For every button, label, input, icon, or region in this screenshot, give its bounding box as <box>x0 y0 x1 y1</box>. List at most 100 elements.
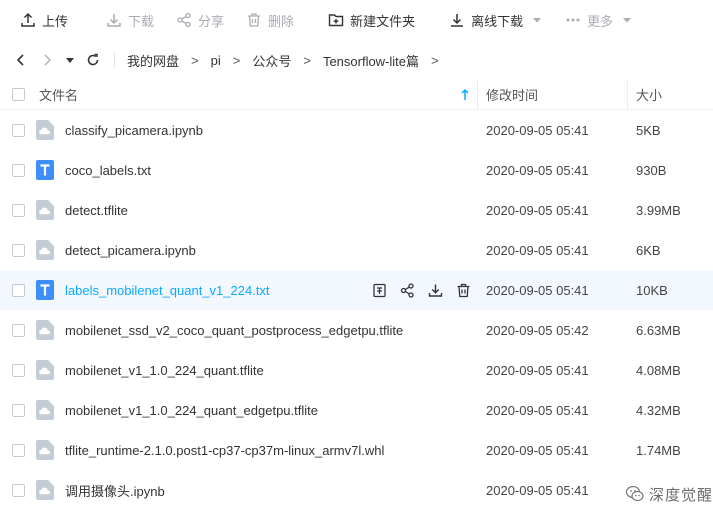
wechat-icon <box>625 485 644 502</box>
trash-icon <box>248 13 261 27</box>
row-checkbox[interactable] <box>11 243 25 257</box>
history-dropdown-button[interactable] <box>62 49 78 71</box>
row-checkbox[interactable] <box>11 323 25 337</box>
row-checkbox[interactable] <box>11 363 25 377</box>
share-icon <box>177 12 191 28</box>
upload-icon <box>21 12 35 27</box>
file-size: 6KB <box>636 242 661 258</box>
offline-download-button[interactable]: 离线下载 <box>439 0 551 40</box>
column-header-size[interactable]: 大小 <box>627 79 713 110</box>
new-folder-icon <box>328 14 344 27</box>
file-name[interactable]: 调用摄像头.ipynb <box>65 481 165 500</box>
row-delete-button[interactable] <box>449 270 477 310</box>
more-button[interactable]: 更多 <box>555 0 641 40</box>
table-row[interactable]: 调用摄像头.ipynb 2020-09-05 05:41 <box>0 470 713 510</box>
caret-down-icon <box>66 58 74 63</box>
column-header-size-label: 大小 <box>636 88 663 103</box>
more-label: 更多 <box>587 13 614 29</box>
select-all-checkbox[interactable] <box>11 88 25 101</box>
chevron-right-icon <box>44 54 52 66</box>
breadcrumb-separator: > <box>303 52 311 68</box>
file-size: 4.08MB <box>636 362 681 378</box>
column-header-name-label: 文件名 <box>39 88 79 103</box>
file-name[interactable]: mobilenet_v1_1.0_224_quant_edgetpu.tflit… <box>65 403 318 418</box>
breadcrumb-item-pi[interactable]: pi <box>209 53 223 68</box>
trash-icon <box>457 283 469 297</box>
new-folder-button[interactable]: 新建文件夹 <box>318 0 425 40</box>
caret-down-icon <box>533 18 542 23</box>
download-icon <box>107 14 121 27</box>
table-row[interactable]: coco_labels.txt 2020-09-05 05:41 930B <box>0 150 713 190</box>
breadcrumb-item-root[interactable]: 我的网盘 <box>125 51 181 70</box>
cloud-file-icon <box>36 320 54 340</box>
row-share-button[interactable] <box>393 270 421 310</box>
file-size: 5KB <box>636 122 661 138</box>
more-dots-icon <box>566 18 580 22</box>
text-file-icon <box>36 160 54 180</box>
table-row[interactable]: mobilenet_v1_1.0_224_quant.tflite 2020-0… <box>0 350 713 390</box>
column-header-name[interactable]: 文件名 <box>36 80 477 110</box>
file-name[interactable]: mobilenet_v1_1.0_224_quant.tflite <box>65 363 264 378</box>
file-name[interactable]: coco_labels.txt <box>65 163 151 178</box>
modified-time: 2020-09-05 05:41 <box>486 242 589 258</box>
breadcrumb-separator: > <box>431 52 439 68</box>
back-button[interactable] <box>10 49 32 71</box>
file-table-header: 文件名 修改时间 大小 <box>0 79 713 110</box>
file-name[interactable]: mobilenet_ssd_v2_coco_quant_postprocess_… <box>65 323 403 338</box>
modified-time: 2020-09-05 05:41 <box>486 442 589 458</box>
modified-time: 2020-09-05 05:41 <box>486 122 589 138</box>
delete-label: 删除 <box>268 13 295 29</box>
table-row[interactable]: detect_picamera.ipynb 2020-09-05 05:41 6… <box>0 230 713 270</box>
breadcrumb-separator: > <box>191 52 199 68</box>
share-label: 分享 <box>198 13 225 29</box>
download-icon <box>428 284 442 297</box>
breadcrumb-item-public-account[interactable]: 公众号 <box>250 51 293 70</box>
breadcrumb-item-current[interactable]: Tensorflow-lite篇 <box>321 51 421 70</box>
refresh-button[interactable] <box>82 49 104 71</box>
modified-time: 2020-09-05 05:41 <box>486 162 589 178</box>
file-name[interactable]: detect_picamera.ipynb <box>65 243 196 258</box>
file-name[interactable]: classify_picamera.ipynb <box>65 123 203 138</box>
sort-ascending-icon <box>461 88 469 100</box>
row-checkbox[interactable] <box>11 483 25 497</box>
table-row[interactable]: detect.tflite 2020-09-05 05:41 3.99MB <box>0 190 713 230</box>
row-checkbox[interactable] <box>11 123 25 137</box>
share-button[interactable]: 分享 <box>166 0 234 40</box>
cloud-file-icon <box>36 400 54 420</box>
table-row[interactable]: tflite_runtime-2.1.0.post1-cp37-cp37m-li… <box>0 430 713 470</box>
cloud-file-icon <box>36 480 54 500</box>
forward-button[interactable] <box>36 49 58 71</box>
column-header-date[interactable]: 修改时间 <box>477 79 627 110</box>
row-open-button[interactable] <box>365 270 393 310</box>
file-size: 930B <box>636 162 667 178</box>
table-row[interactable]: mobilenet_ssd_v2_coco_quant_postprocess_… <box>0 310 713 350</box>
download-label: 下载 <box>128 13 155 29</box>
caret-down-icon <box>623 18 632 23</box>
modified-time: 2020-09-05 05:42 <box>486 322 589 338</box>
modified-time: 2020-09-05 05:41 <box>486 282 589 298</box>
upload-button[interactable]: 上传 <box>10 0 78 40</box>
breadcrumb-separator: > <box>232 52 241 68</box>
chevron-left-icon <box>16 54 24 66</box>
row-checkbox[interactable] <box>11 443 25 457</box>
watermark-text: 深度觉醒 <box>648 486 713 504</box>
table-row[interactable]: mobilenet_v1_1.0_224_quant_edgetpu.tflit… <box>0 390 713 430</box>
row-checkbox[interactable] <box>11 283 25 297</box>
file-name[interactable]: tflite_runtime-2.1.0.post1-cp37-cp37m-li… <box>65 443 384 458</box>
row-checkbox[interactable] <box>11 403 25 417</box>
modified-time: 2020-09-05 05:41 <box>486 202 589 218</box>
watermark: 深度觉醒 <box>625 482 713 506</box>
file-name[interactable]: labels_mobilenet_quant_v1_224.txt <box>65 283 270 298</box>
download-icon <box>451 14 464 27</box>
row-download-button[interactable] <box>421 270 449 310</box>
delete-button[interactable]: 删除 <box>236 0 304 40</box>
file-name[interactable]: detect.tflite <box>65 203 128 218</box>
download-button[interactable]: 下载 <box>96 0 164 40</box>
file-size: 6.63MB <box>636 322 681 338</box>
table-row-hovered[interactable]: labels_mobilenet_quant_v1_224.txt 2020-0… <box>0 270 713 310</box>
document-icon <box>372 283 386 297</box>
table-row[interactable]: classify_picamera.ipynb 2020-09-05 05:41… <box>0 110 713 150</box>
share-icon <box>400 282 414 298</box>
row-checkbox[interactable] <box>11 163 25 177</box>
row-checkbox[interactable] <box>11 203 25 217</box>
